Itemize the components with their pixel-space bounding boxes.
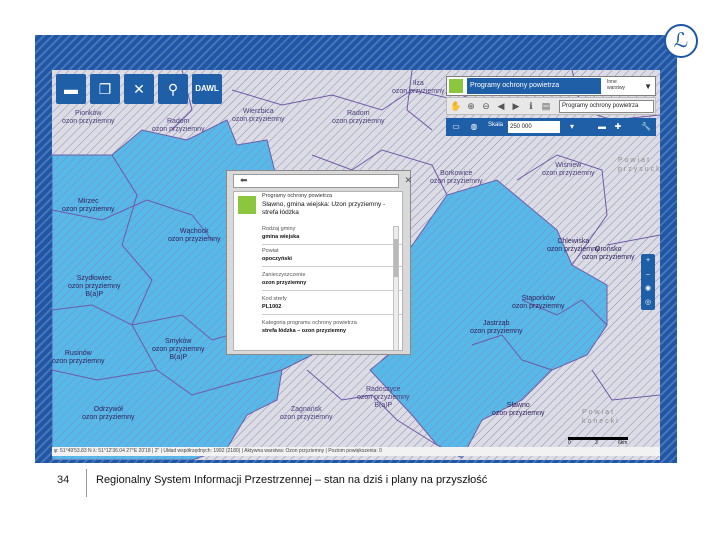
region-label: Smyków ozon przyziemny B(a)P — [152, 338, 205, 361]
region-label: Wierzbica ozon przyziemny — [232, 108, 285, 123]
wrench-icon[interactable]: 🔧 — [640, 121, 652, 133]
search-icon: ⚲ — [167, 81, 179, 97]
region-label: Radom ozon przyziemny — [152, 118, 205, 133]
popup-title: Sławno, gmina wiejska: Uzon przyziemny -… — [262, 201, 386, 216]
field-value: PL1002 — [262, 304, 282, 310]
map-icon[interactable]: ▭ — [450, 121, 462, 133]
map-scalebar: 0 3 6km — [568, 437, 634, 446]
institution-logo: ℒ — [664, 24, 698, 58]
region-label: Pionków ozon przyziemny — [62, 110, 115, 125]
active-layer-select[interactable]: Programy ochrony powietrza — [559, 100, 654, 113]
region-label: Stąporków ozon przyziemny — [512, 295, 565, 310]
field-label: Zanieczyszczenie — [262, 272, 306, 278]
region-label: Jastrząb ozon przyziemny — [470, 320, 523, 335]
flag-pl-icon[interactable]: ▬ — [596, 121, 608, 133]
scalebar-label: 3 — [595, 440, 598, 446]
region-label: Radoszyce ozon przyziemny B(a)P — [357, 386, 410, 409]
region-label: Rusinów ozon przyziemny — [52, 350, 105, 365]
info-icon[interactable]: ℹ — [525, 100, 537, 112]
layer-icon — [449, 79, 463, 93]
windows-icon: ❐ — [98, 81, 112, 97]
feature-info-popup: ⬅ ✕ Programy ochrony powietrza Sławno, g… — [226, 170, 412, 355]
scale-dropdown-icon[interactable]: ▾ — [566, 121, 578, 133]
forward-icon[interactable]: ▶ — [510, 100, 522, 112]
scalebar-label: 0 — [568, 440, 571, 446]
close-icon[interactable]: ✕ — [404, 175, 412, 186]
chevron-down-icon[interactable]: ▼ — [644, 82, 652, 91]
region-label: Wiśniew ozon przyziemny — [542, 162, 595, 177]
map-toolbar: ✋ ⊕ ⊖ ◀ ▶ ℹ ▤ Programy ochrony powietrza — [446, 97, 656, 115]
zoom-in-icon[interactable]: ⊕ — [465, 100, 477, 112]
back-arrow-icon[interactable]: ⬅ — [240, 175, 248, 186]
powiat-label: Powiat konecki — [582, 409, 620, 425]
measure-icon[interactable]: ▤ — [540, 100, 552, 112]
folder-icon: ▬ — [64, 81, 78, 97]
footer-title: Regionalny System Informacji Przestrzenn… — [96, 474, 488, 486]
zoom-minus-button[interactable]: – — [641, 268, 655, 282]
zoom-out-icon[interactable]: ⊖ — [480, 100, 492, 112]
field-value: ozon przyziemny — [262, 280, 307, 286]
layer-select-value: Programy ochrony powietrza — [467, 78, 601, 94]
locate-button[interactable]: ◉ — [641, 282, 655, 296]
popup-layer-type: Programy ochrony powietrza — [262, 193, 333, 199]
flag-en-icon[interactable]: ✚ — [612, 121, 624, 133]
footer-divider — [86, 469, 87, 497]
popup-header: ⬅ ✕ — [233, 174, 412, 188]
field-label: Kod strefy — [262, 296, 287, 302]
popup-body: Programy ochrony powietrza Sławno, gmina… — [233, 191, 403, 351]
region-label: Borkowice ozon przyziemny — [430, 170, 483, 185]
popup-scrollbar[interactable] — [393, 226, 399, 350]
field-value: opoczyński — [262, 256, 292, 262]
hand-icon[interactable]: ✋ — [450, 100, 462, 112]
field-value: gmina wiejska — [262, 234, 300, 240]
region-label: Sławno ozon przyziemny — [492, 402, 545, 417]
zoom-plus-button[interactable]: + — [641, 254, 655, 268]
divider — [262, 290, 402, 291]
scalebar-label: 6km — [618, 440, 628, 446]
back-icon[interactable]: ◀ — [495, 100, 507, 112]
region-label: Mirzec ozon przyziemny — [62, 198, 115, 213]
scale-input[interactable]: 250 000 — [508, 121, 560, 133]
zoom-controls: + – ◉ ◎ — [641, 254, 655, 310]
slide-footer: 34 Regionalny System Informacji Przestrz… — [35, 463, 677, 505]
region-label: Radom ozon przyziemny — [332, 110, 385, 125]
search-button[interactable]: ⚲ — [158, 74, 188, 104]
region-label: Wąchock ozon przyziemny — [168, 228, 221, 243]
globe-icon[interactable]: ◍ — [468, 121, 480, 133]
dawl-button[interactable]: DAWL — [192, 74, 222, 104]
eye-icon[interactable]: ◎ — [641, 296, 655, 310]
layer-icon — [238, 196, 256, 214]
tools-button[interactable]: ✕ — [124, 74, 154, 104]
region-label: Szydłowiec ozon przyziemny B(a)P — [68, 275, 121, 298]
region-label: Orońsko ozon przyziemny — [582, 246, 635, 261]
scrollbar-thumb[interactable] — [394, 239, 398, 277]
divider — [262, 244, 402, 245]
layer-select[interactable]: Programy ochrony powietrza Inne warstwy ▼ — [446, 76, 656, 96]
slide: ℒ Pionków ozon przyziemny Radom ozon prz… — [0, 0, 720, 540]
region-label: Zagnańsk ozon przyziemny — [280, 406, 333, 421]
folder-button[interactable]: ▬ — [56, 74, 86, 104]
windows-button[interactable]: ❐ — [90, 74, 120, 104]
tools-icon: ✕ — [133, 81, 145, 97]
field-label: Rodzaj gminy — [262, 226, 296, 232]
field-value: strefa łódzka – ozon przyziemny — [262, 328, 347, 334]
scale-toolbar: ▭ ◍ Skala 250 000 ▾ ▬ ✚ 🔧 — [446, 118, 656, 136]
layer-select-sub: Inne warstwy — [607, 79, 626, 91]
map-statusbar: φ: 51°49'53.83 N λ: 51°12'36.04 27°E 20'… — [52, 447, 660, 456]
region-label: Iłża ozon przyziemny — [392, 80, 445, 95]
powiat-label: Powiatprzysucki — [618, 157, 660, 173]
divider — [262, 266, 402, 267]
region-label: Odrzywół ozon przyziemny — [82, 406, 135, 421]
slide-number: 34 — [57, 474, 70, 486]
scale-label: Skala — [488, 122, 504, 128]
field-label: Kategoria programu ochrony powietrza — [262, 320, 357, 326]
divider — [262, 314, 402, 315]
field-label: Powiat — [262, 248, 279, 254]
